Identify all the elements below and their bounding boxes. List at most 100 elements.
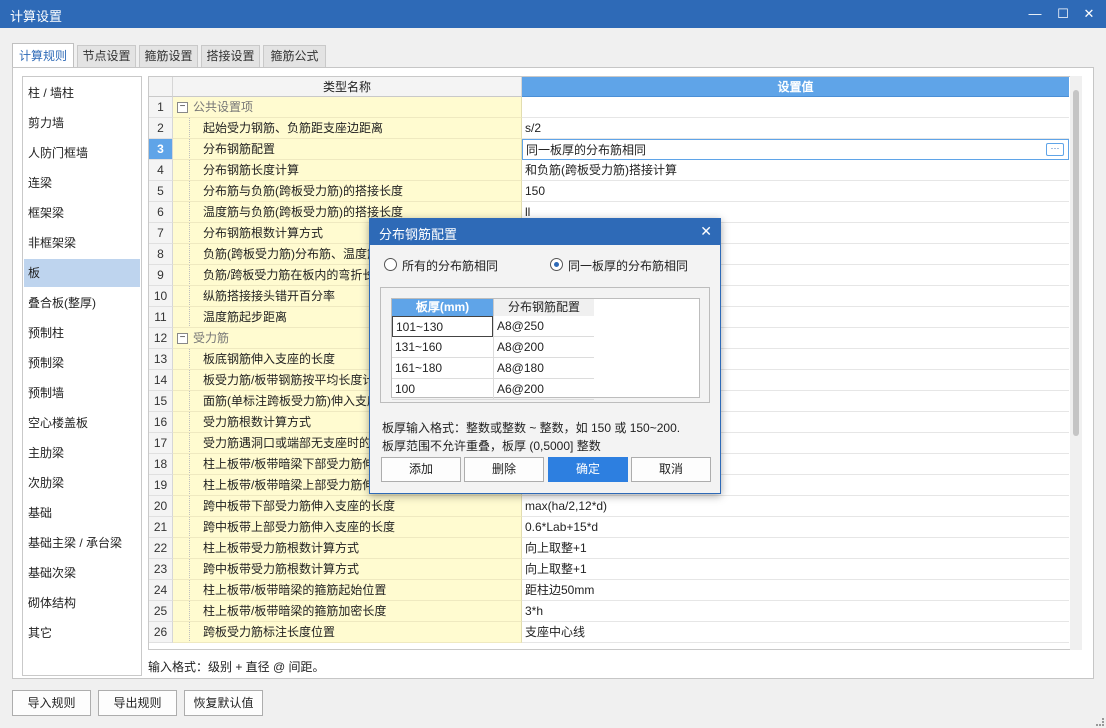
table-row[interactable]: 4 分布钢筋长度计算 和负筋(跨板受力筋)搭接计算 [149,160,1069,181]
dialog-close-icon[interactable]: ✕ [700,223,712,240]
tab-stirrup-settings[interactable]: 箍筋设置 [139,45,198,67]
table-row[interactable]: 26 跨板受力筋标注长度位置 支座中心线 [149,622,1069,643]
row-number[interactable]: 11 [149,307,173,328]
row-number[interactable]: 20 [149,496,173,517]
sidebar-item-slab[interactable]: 板 [24,259,140,287]
config-cell[interactable]: A8@250 [493,316,594,337]
setting-value-cell[interactable]: max(ha/2,12*d) [522,496,1069,517]
setting-value-cell[interactable]: 150 [522,181,1069,202]
sidebar-item-column[interactable]: 柱 / 墙柱 [24,79,140,107]
row-number[interactable]: 3 [149,139,173,160]
scrollbar-thumb[interactable] [1073,90,1079,436]
row-number[interactable]: 21 [149,517,173,538]
delete-button[interactable]: 删除 [464,457,544,482]
thickness-cell[interactable]: 131~160 [392,337,493,358]
collapse-icon[interactable]: − [177,102,188,113]
config-cell[interactable]: A6@200 [493,379,594,400]
table-row[interactable]: 24 柱上板带/板带暗梁的箍筋起始位置 距柱边50mm [149,580,1069,601]
radio-circle[interactable] [384,258,397,271]
thickness-cell[interactable]: 101~130 [392,316,493,337]
radio-circle-selected[interactable] [550,258,563,271]
row-number[interactable]: 9 [149,265,173,286]
sidebar-item-precast-column[interactable]: 预制柱 [24,319,140,347]
table-row[interactable]: 20 跨中板带下部受力筋伸入支座的长度 max(ha/2,12*d) [149,496,1069,517]
sidebar-item-precast-wall[interactable]: 预制墙 [24,379,140,407]
table-row[interactable]: 22 柱上板带受力筋根数计算方式 向上取整+1 [149,538,1069,559]
sidebar-item-composite-slab[interactable]: 叠合板(整厚) [24,289,140,317]
cancel-button[interactable]: 取消 [631,457,711,482]
table-row[interactable]: 25 柱上板带/板带暗梁的箍筋加密长度 3*h [149,601,1069,622]
tab-stirrup-formula[interactable]: 箍筋公式 [263,45,326,67]
row-number[interactable]: 10 [149,286,173,307]
row-number[interactable]: 14 [149,370,173,391]
row-number[interactable]: 18 [149,454,173,475]
sidebar-item-frame-beam[interactable]: 框架梁 [24,199,140,227]
row-number[interactable]: 24 [149,580,173,601]
add-button[interactable]: 添加 [381,457,461,482]
grid-scrollbar[interactable] [1070,76,1082,650]
row-number[interactable]: 6 [149,202,173,223]
row-number[interactable]: 23 [149,559,173,580]
row-number[interactable]: 15 [149,391,173,412]
sidebar-item-shear-wall[interactable]: 剪力墙 [24,109,140,137]
setting-value-cell[interactable]: 向上取整+1 [522,559,1069,580]
row-number[interactable]: 8 [149,244,173,265]
sidebar-item-other[interactable]: 其它 [24,619,140,647]
column-header-config[interactable]: 分布钢筋配置 [493,299,594,316]
collapse-icon[interactable]: − [177,333,188,344]
maximize-button[interactable]: ☐ [1052,4,1074,24]
config-cell[interactable]: A8@200 [493,337,594,358]
sidebar-item-foundation-main-beam[interactable]: 基础主梁 / 承台梁 [24,529,140,557]
setting-value-cell[interactable]: 3*h [522,601,1069,622]
sidebar-item-main-rib-beam[interactable]: 主肋梁 [24,439,140,467]
column-header-value[interactable]: 设置值 [522,77,1069,97]
row-number[interactable]: 12 [149,328,173,349]
tab-lap-settings[interactable]: 搭接设置 [201,45,260,67]
sidebar-item-coupling-beam[interactable]: 连梁 [24,169,140,197]
row-number[interactable]: 26 [149,622,173,643]
table-row[interactable]: 1− 公共设置项 [149,97,1069,118]
export-rules-button[interactable]: 导出规则 [98,690,177,716]
resize-grip[interactable] [1096,718,1104,726]
import-rules-button[interactable]: 导入规则 [12,690,91,716]
tab-calc-rules[interactable]: 计算规则 [12,43,74,68]
setting-value-cell[interactable]: 向上取整+1 [522,538,1069,559]
ok-button[interactable]: 确定 [548,457,628,482]
setting-value-cell[interactable]: 和负筋(跨板受力筋)搭接计算 [522,160,1069,181]
row-number[interactable]: 5 [149,181,173,202]
row-number[interactable]: 2 [149,118,173,139]
row-number[interactable]: 4 [149,160,173,181]
close-button[interactable]: ✕ [1078,4,1100,24]
tab-node-settings[interactable]: 节点设置 [77,45,136,67]
column-header-thickness[interactable]: 板厚(mm) [392,299,493,316]
table-row[interactable]: 2 起始受力钢筋、负筋距支座边距离 s/2 [149,118,1069,139]
thickness-cell[interactable]: 161~180 [392,358,493,379]
setting-value-cell[interactable]: 同一板厚的分布筋相同 ··· [522,139,1069,160]
setting-value-cell[interactable]: 距柱边50mm [522,580,1069,601]
table-row[interactable]: 21 跨中板带上部受力筋伸入支座的长度 0.6*Lab+15*d [149,517,1069,538]
setting-value-cell[interactable]: s/2 [522,118,1069,139]
sidebar-item-hollow-slab[interactable]: 空心楼盖板 [24,409,140,437]
table-row[interactable]: 5 分布筋与负筋(跨板受力筋)的搭接长度 150 [149,181,1069,202]
sidebar-item-masonry[interactable]: 砌体结构 [24,589,140,617]
setting-value-cell[interactable]: 支座中心线 [522,622,1069,643]
row-number[interactable]: 22 [149,538,173,559]
table-row[interactable]: 3 分布钢筋配置 同一板厚的分布筋相同 ··· [149,139,1069,160]
config-cell[interactable]: A8@180 [493,358,594,379]
sidebar-item-secondary-rib-beam[interactable]: 次肋梁 [24,469,140,497]
row-number[interactable]: 25 [149,601,173,622]
row-number[interactable]: 7 [149,223,173,244]
setting-value-cell[interactable]: 0.6*Lab+15*d [522,517,1069,538]
sidebar-item-non-frame-beam[interactable]: 非框架梁 [24,229,140,257]
row-number[interactable]: 13 [149,349,173,370]
setting-value-cell[interactable] [522,97,1069,118]
row-number[interactable]: 1 [149,97,173,118]
ellipsis-button[interactable]: ··· [1046,143,1064,156]
row-number[interactable]: 16 [149,412,173,433]
sidebar-item-precast-beam[interactable]: 预制梁 [24,349,140,377]
minimize-button[interactable]: — [1024,4,1046,24]
thickness-cell[interactable]: 100 [392,379,493,400]
row-number[interactable]: 19 [149,475,173,496]
restore-defaults-button[interactable]: 恢复默认值 [184,690,263,716]
table-row[interactable]: 23 跨中板带受力筋根数计算方式 向上取整+1 [149,559,1069,580]
